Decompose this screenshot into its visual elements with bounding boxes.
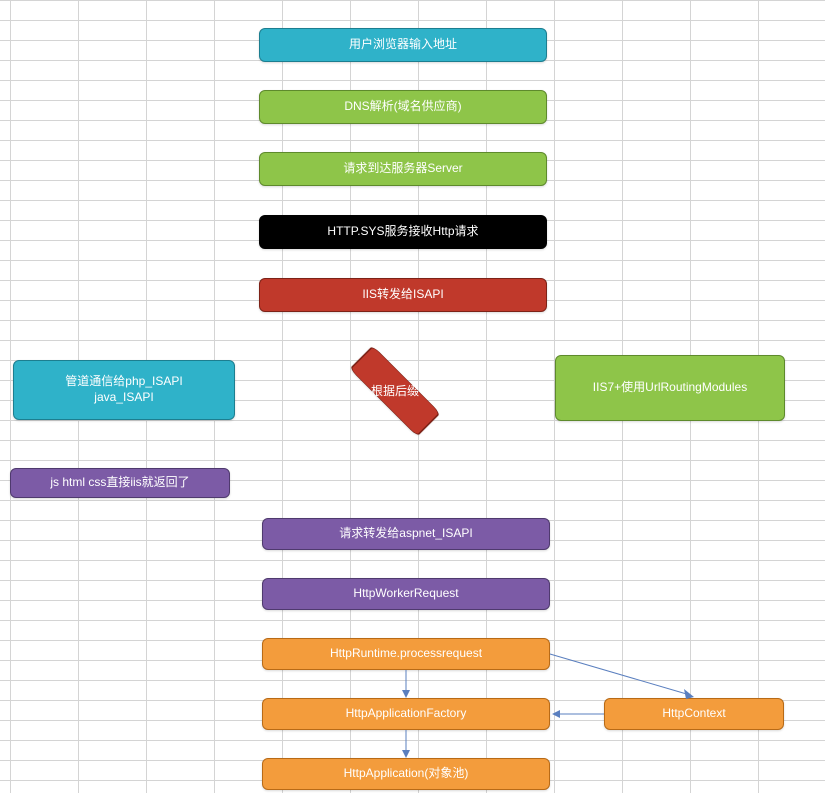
node-decision-suffix: 根据后缀 <box>300 363 490 418</box>
node-iis7-routing: IIS7+使用UrlRoutingModules <box>555 355 785 421</box>
node-httpcontext: HttpContext <box>604 698 784 730</box>
node-pipe-php-java: 管道通信给php_ISAPI java_ISAPI <box>13 360 235 420</box>
node-decision-suffix-label: 根据后缀 <box>371 382 419 399</box>
node-static-return: js html css直接iis就返回了 <box>10 468 230 498</box>
node-appfactory: HttpApplicationFactory <box>262 698 550 730</box>
node-httpsys: HTTP.SYS服务接收Http请求 <box>259 215 547 249</box>
node-aspnet-isapi: 请求转发给aspnet_ISAPI <box>262 518 550 550</box>
node-server: 请求到达服务器Server <box>259 152 547 186</box>
node-httpruntime: HttpRuntime.processrequest <box>262 638 550 670</box>
node-pipe-php-java-label: 管道通信给php_ISAPI java_ISAPI <box>65 374 182 405</box>
node-iis-isapi: IIS转发给ISAPI <box>259 278 547 312</box>
node-httpapplication: HttpApplication(对象池) <box>262 758 550 790</box>
node-httpworkerrequest: HttpWorkerRequest <box>262 578 550 610</box>
node-user-input: 用户浏览器输入地址 <box>259 28 547 62</box>
node-dns: DNS解析(域名供应商) <box>259 90 547 124</box>
